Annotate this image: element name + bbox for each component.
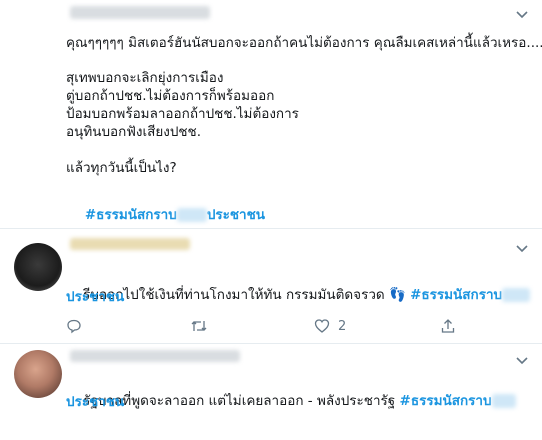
- tweet-text-line: รัฐบาลที่พูดจะลาออก แต่ไม่เคยลาออก - พลั…: [66, 374, 516, 428]
- avatar[interactable]: [14, 350, 62, 398]
- hashtag-blurred: [491, 394, 516, 408]
- like-icon: [314, 319, 330, 333]
- chevron-down-icon[interactable]: [516, 356, 528, 366]
- tweet-line: ป้อมบอกพร้อมลาออกถ้าปชช.ไม่ต้องการ: [66, 106, 299, 122]
- avatar[interactable]: [14, 243, 62, 291]
- tweet-text: รีบออกไปใช้เงินที่ท่านโกงมาให้ทัน กรรมมั…: [83, 287, 406, 303]
- tweet-line: แล้วทุกวันนี้เป็นไง?: [66, 160, 177, 176]
- hashtag-part[interactable]: ประชาชน: [66, 393, 124, 411]
- chevron-down-icon[interactable]: [516, 244, 528, 254]
- share-icon: [441, 319, 455, 333]
- tweet-line: คุณๆๆๆๆๆ มิสเตอร์ฮันนัสบอกจะออกถ้าคนไม่ต…: [66, 35, 542, 51]
- hashtag-part[interactable]: ประชาชน: [66, 288, 124, 306]
- hashtag-part[interactable]: #ธรรมนัสกราบ: [400, 393, 492, 409]
- like-button[interactable]: 2: [314, 318, 346, 334]
- reply-button[interactable]: [66, 318, 82, 334]
- hashtag-part[interactable]: #ธรรมนัสกราบ: [410, 287, 502, 303]
- hashtag-link[interactable]: #ธรรมนัสกราบ ประชาชน: [66, 188, 265, 242]
- author-name-blurred: [70, 238, 190, 250]
- author-name-blurred: [70, 350, 240, 362]
- author-name-blurred: [70, 6, 210, 19]
- tweet-text: รัฐบาลที่พูดจะลาออก แต่ไม่เคยลาออก - พลั…: [83, 393, 396, 409]
- retweet-button[interactable]: [190, 318, 208, 334]
- tweet-line: อนุทินบอกฟังเสียงปชช.: [66, 124, 202, 140]
- like-count: 2: [338, 318, 347, 334]
- hashtag-blurred: [502, 288, 531, 302]
- tweet-text-line: รีบออกไปใช้เงินที่ท่านโกงมาให้ทัน กรรมมั…: [66, 268, 531, 322]
- share-button[interactable]: [440, 318, 456, 334]
- hashtag-part: #ธรรมนัสกราบ: [84, 207, 177, 223]
- tweet-line: ตู่บอกถ้าปชช.ไม่ต้องการก็พร้อมออก: [66, 88, 275, 104]
- tweet-line: สุเทพบอกจะเลิกยุ่งการเมือง: [66, 70, 224, 86]
- reply-icon: [67, 319, 81, 334]
- chevron-down-icon[interactable]: [516, 10, 528, 20]
- divider: [0, 228, 542, 229]
- divider: [0, 343, 542, 344]
- retweet-icon: [191, 321, 207, 331]
- hashtag-part: ประชาชน: [206, 207, 266, 223]
- hashtag-blurred: [176, 208, 207, 222]
